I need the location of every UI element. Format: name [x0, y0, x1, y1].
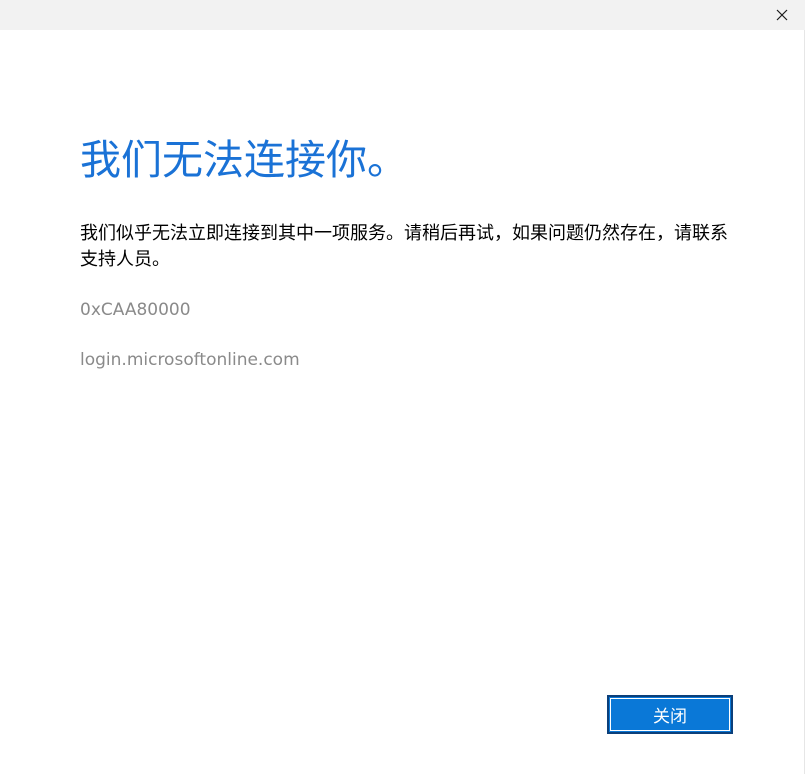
error-code: 0xCAA80000 [80, 300, 191, 320]
window-close-button[interactable] [759, 0, 805, 30]
close-button[interactable]: 关闭 [607, 695, 733, 734]
error-heading: 我们无法连接你。 [80, 136, 408, 184]
error-message: 我们似乎无法立即连接到其中一项服务。请稍后再试，如果问题仍然存在，请联系支持人员… [80, 223, 728, 270]
error-host: login.microsoftonline.com [80, 350, 300, 370]
close-icon [776, 9, 788, 21]
title-bar [0, 0, 805, 30]
dialog-window: 我们无法连接你。 我们似乎无法立即连接到其中一项服务。请稍后再试，如果问题仍然存… [0, 0, 805, 774]
